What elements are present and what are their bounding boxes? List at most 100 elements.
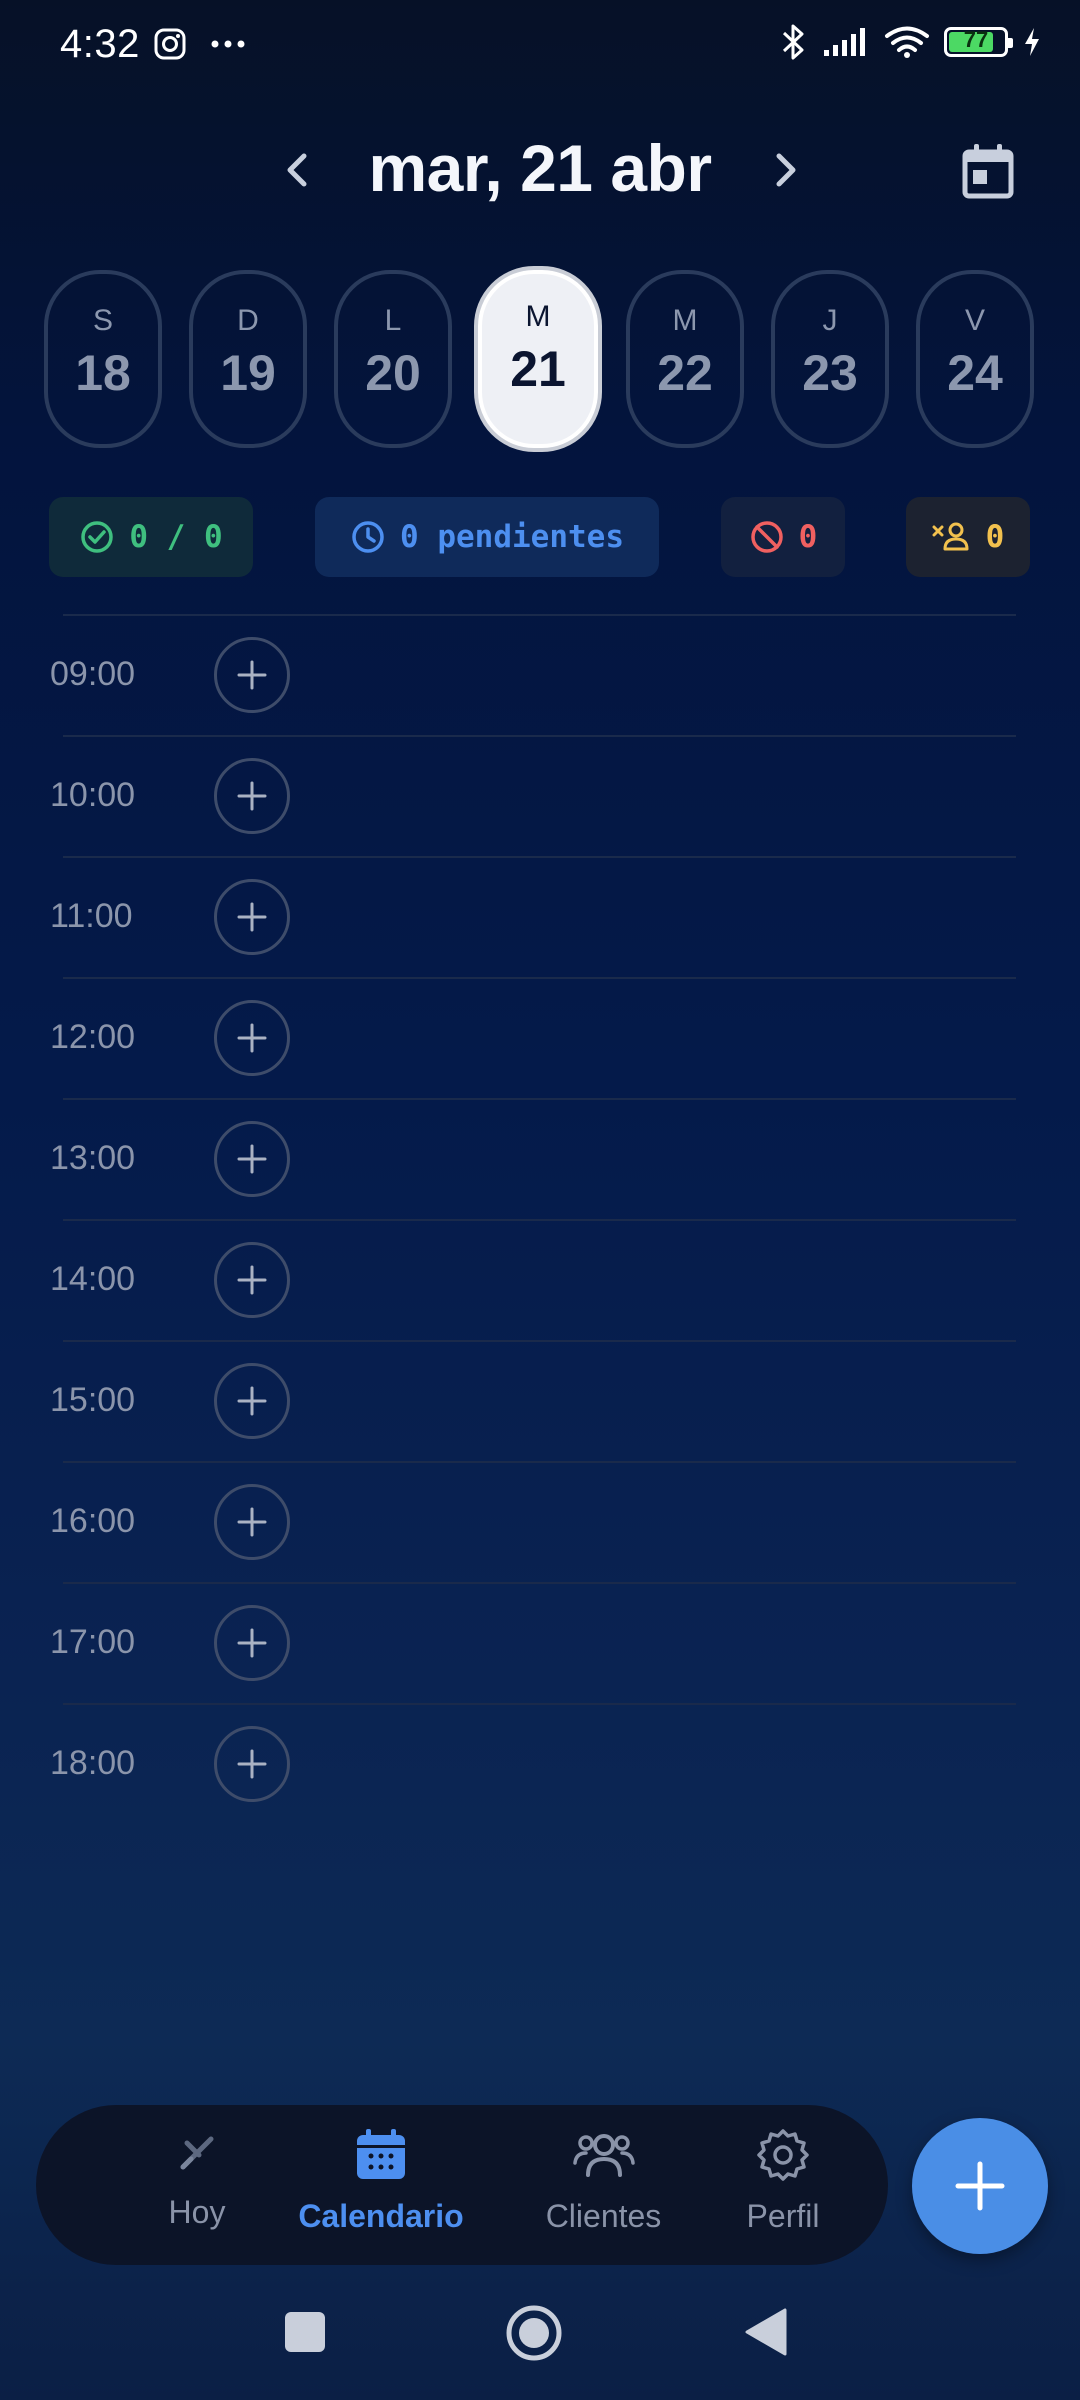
- day-chip[interactable]: D 19: [189, 270, 307, 448]
- nav-item-calendario[interactable]: Calendario: [276, 2125, 486, 2235]
- ban-icon: [750, 521, 783, 553]
- time-slot: 15:00: [0, 1340, 1080, 1461]
- add-appointment-button[interactable]: [214, 1363, 290, 1439]
- day-letter: L: [384, 304, 402, 337]
- charging-icon: [1025, 28, 1039, 56]
- date-header: mar, 21 abr: [0, 120, 1080, 220]
- add-appointment-button[interactable]: [214, 1726, 290, 1802]
- time-slot: 11:00: [0, 856, 1080, 977]
- week-day-strip: S 18 D 19 L 20 M 21 M 22 J 23 V 24: [44, 266, 1036, 452]
- slot-time: 17:00: [50, 1623, 136, 1661]
- check-circle-icon: [81, 521, 114, 553]
- slot-time: 09:00: [50, 655, 136, 693]
- add-appointment-button[interactable]: [214, 1242, 290, 1318]
- plus-icon: [237, 1023, 267, 1053]
- completed-count: 0 / 0: [129, 519, 223, 555]
- day-chip[interactable]: L 20: [334, 270, 452, 448]
- day-letter: V: [964, 304, 985, 337]
- day-letter: S: [92, 304, 113, 337]
- calendar-icon: [357, 2129, 405, 2179]
- plus-icon: [237, 902, 267, 932]
- nav-item-hoy[interactable]: Hoy: [112, 2125, 282, 2231]
- chevron-right-icon[interactable]: [755, 140, 815, 200]
- status-bar: 4:32 77: [0, 0, 1080, 96]
- nav-label: Calendario: [298, 2198, 464, 2234]
- day-number: 18: [75, 345, 131, 401]
- add-appointment-button[interactable]: [214, 1121, 290, 1197]
- day-chip[interactable]: V 24: [916, 270, 1034, 448]
- add-appointment-button[interactable]: [214, 1000, 290, 1076]
- time-slot: 14:00: [0, 1219, 1080, 1340]
- plus-icon: [237, 1749, 267, 1779]
- battery-level: 77: [963, 27, 989, 52]
- no-show-chip[interactable]: 0: [906, 497, 1030, 577]
- add-appointment-button[interactable]: [214, 1484, 290, 1560]
- nav-item-clientes[interactable]: Clientes: [496, 2125, 711, 2235]
- recents-icon[interactable]: [283, 2310, 327, 2354]
- clock-icon: [352, 521, 384, 553]
- add-appointment-button[interactable]: [214, 637, 290, 713]
- day-letter: M: [525, 300, 551, 333]
- slot-time: 12:00: [50, 1018, 136, 1056]
- stats-bar: 0 / 0 0 pendientes 0 0: [0, 497, 1080, 579]
- gear-icon: [757, 2129, 809, 2181]
- time-slot: 12:00: [0, 977, 1080, 1098]
- nav-label: Hoy: [168, 2194, 226, 2230]
- plus-icon: [237, 1628, 267, 1658]
- page-title[interactable]: mar, 21 abr: [0, 130, 1080, 206]
- day-letter: M: [672, 304, 698, 337]
- plus-icon: [237, 1386, 267, 1416]
- time-slot: 13:00: [0, 1098, 1080, 1219]
- time-slot: 18:00: [0, 1703, 1080, 1824]
- status-time: 4:32: [60, 22, 140, 66]
- day-number: 24: [947, 345, 1003, 401]
- signal-icon: [824, 28, 865, 56]
- slot-time: 13:00: [50, 1139, 136, 1177]
- calendar-icon[interactable]: [955, 138, 1021, 204]
- nav-item-perfil[interactable]: Perfil: [708, 2125, 858, 2235]
- slot-time: 15:00: [50, 1381, 136, 1419]
- day-chip-selected[interactable]: M 21: [474, 266, 602, 452]
- plus-icon: [237, 781, 267, 811]
- day-number: 22: [657, 345, 713, 401]
- slot-time: 18:00: [50, 1744, 136, 1782]
- plus-icon: [237, 1507, 267, 1537]
- instagram-icon: [154, 28, 186, 60]
- battery-icon: 77: [944, 27, 1013, 57]
- nav-label: Perfil: [746, 2198, 820, 2234]
- back-icon[interactable]: [743, 2306, 789, 2358]
- time-slot: 17:00: [0, 1582, 1080, 1703]
- slot-time: 14:00: [50, 1260, 136, 1298]
- bluetooth-icon: [782, 24, 804, 60]
- day-number: 23: [802, 345, 858, 401]
- day-letter: D: [237, 304, 259, 337]
- day-chip[interactable]: S 18: [44, 270, 162, 448]
- system-navigation-bar: [0, 2290, 1080, 2400]
- cancelled-count: 0: [798, 519, 818, 555]
- time-slot: 09:00: [0, 614, 1080, 735]
- scissors-icon: [180, 2136, 214, 2170]
- slot-time: 16:00: [50, 1502, 136, 1540]
- day-chip[interactable]: M 22: [626, 270, 744, 448]
- day-letter: J: [822, 304, 838, 337]
- add-appointment-fab[interactable]: [912, 2118, 1048, 2254]
- add-appointment-button[interactable]: [214, 758, 290, 834]
- slot-time: 11:00: [50, 897, 133, 935]
- pending-chip[interactable]: 0 pendientes: [315, 497, 659, 577]
- no-show-count: 0: [985, 519, 1005, 555]
- bottom-navigation: Hoy Calendario Clientes Perfil: [36, 2105, 888, 2265]
- time-slot: 10:00: [0, 735, 1080, 856]
- day-number: 20: [365, 345, 421, 401]
- wifi-icon: [885, 26, 929, 58]
- day-number: 21: [510, 341, 566, 397]
- add-appointment-button[interactable]: [214, 879, 290, 955]
- user-x-icon: [932, 522, 969, 551]
- day-chip[interactable]: J 23: [771, 270, 889, 448]
- home-icon[interactable]: [505, 2304, 563, 2362]
- plus-icon: [237, 660, 267, 690]
- add-appointment-button[interactable]: [214, 1605, 290, 1681]
- plus-icon: [237, 1265, 267, 1295]
- cancelled-chip[interactable]: 0: [721, 497, 845, 577]
- completed-chip[interactable]: 0 / 0: [49, 497, 253, 577]
- slot-time: 10:00: [50, 776, 136, 814]
